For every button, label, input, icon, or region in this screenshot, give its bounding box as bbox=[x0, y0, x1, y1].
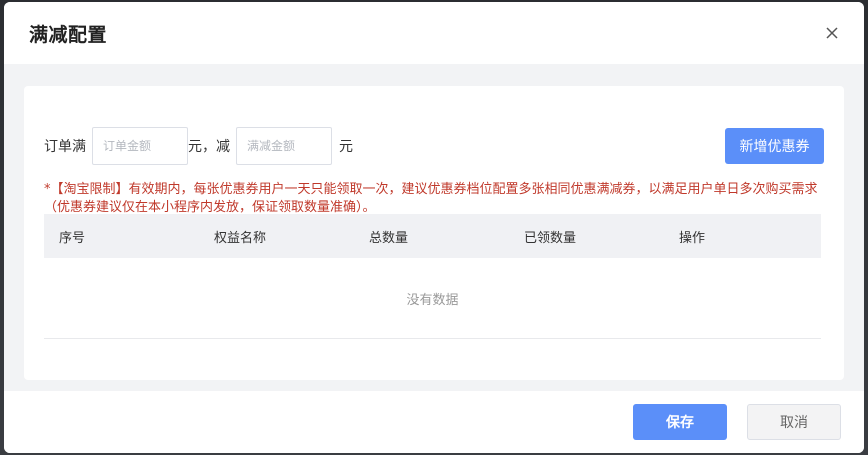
cancel-button[interactable]: 取消 bbox=[747, 404, 841, 440]
discount-amount-input[interactable] bbox=[236, 127, 332, 165]
dialog-header: 满减配置 bbox=[4, 2, 864, 64]
save-button[interactable]: 保存 bbox=[633, 404, 727, 440]
column-header-actions: 操作 bbox=[679, 230, 706, 246]
order-label: 订单满 bbox=[44, 139, 86, 155]
add-coupon-button[interactable]: 新增优惠券 bbox=[725, 128, 824, 164]
dialog-body: 订单满 元，减 元 新增优惠券 *【淘宝限制】有效期内，每张优惠券用户一天只能领… bbox=[4, 64, 864, 391]
column-header-total-quantity: 总数量 bbox=[369, 230, 409, 246]
taobao-limit-notice: *【淘宝限制】有效期内，每张优惠券用户一天只能领取一次，建议优惠券档位配置多张相… bbox=[44, 182, 818, 215]
full-reduction-dialog: 满减配置 订单满 元，减 元 新增优惠券 *【淘宝限制】有效期内，每张优惠券用户… bbox=[4, 2, 864, 453]
dialog-footer: 保存 取消 bbox=[4, 391, 864, 453]
table-empty-state: 没有数据 bbox=[44, 258, 821, 339]
column-header-index: 序号 bbox=[59, 230, 86, 246]
order-amount-input[interactable] bbox=[92, 127, 188, 165]
unit-reduce-label: 元，减 bbox=[188, 139, 230, 155]
close-icon[interactable] bbox=[822, 23, 842, 43]
coupon-table: 序号 权益名称 总数量 已领数量 操作 没有数据 bbox=[44, 214, 821, 339]
config-panel: 订单满 元，减 元 新增优惠券 *【淘宝限制】有效期内，每张优惠券用户一天只能领… bbox=[24, 86, 844, 380]
table-header: 序号 权益名称 总数量 已领数量 操作 bbox=[44, 214, 821, 258]
column-header-claimed-quantity: 已领数量 bbox=[524, 230, 577, 246]
column-header-benefit-name: 权益名称 bbox=[214, 230, 267, 246]
dialog-title: 满减配置 bbox=[29, 23, 108, 46]
threshold-form-row: 订单满 元，减 元 bbox=[44, 127, 353, 165]
unit-label: 元 bbox=[339, 139, 353, 155]
